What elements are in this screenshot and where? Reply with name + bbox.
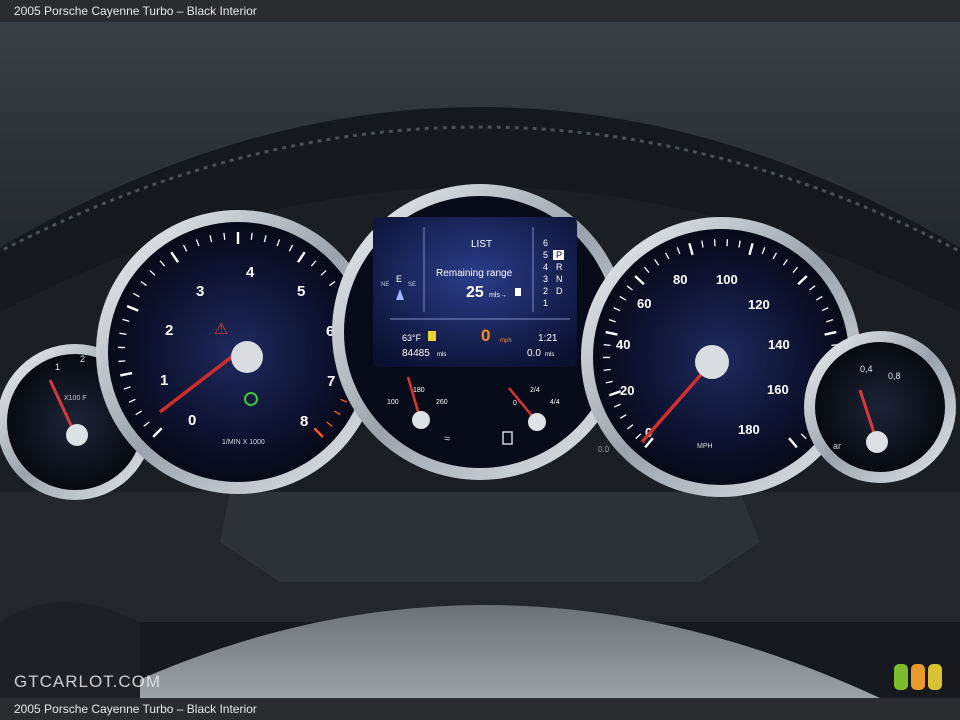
dashboard-photo: 1 2 X100 F 0 1 2 3 4 5 6 7 8 1/MIN X 100… [0, 22, 960, 698]
watermark-badge [894, 664, 942, 690]
oil-gauge-label-3: 260 [436, 399, 448, 406]
tach-number-1: 1 [160, 372, 168, 389]
seatbelt-warning-icon: ⚠ [214, 321, 228, 338]
right-gauge-label-2: 0,8 [888, 371, 901, 381]
range-unit: mls→ [489, 292, 507, 299]
gear-number: 3 [543, 274, 548, 284]
right-small-gauge: 0,4 0,8 ar [804, 331, 956, 483]
photo-frame: 2005 Porsche Cayenne Turbo – Black Inter… [0, 0, 960, 720]
watermark-logo: GTCARLOT.COM [14, 672, 162, 691]
gear-letter: D [556, 286, 563, 296]
speedometer: 0 20 40 60 80 100 120 140 160 180 MPH [581, 217, 861, 497]
tach-number-2: 2 [165, 322, 173, 339]
oil-gauge-label-2: 180 [413, 387, 425, 394]
speed-number-40: 40 [616, 337, 630, 352]
gear-number: 6 [543, 238, 548, 248]
oil-gauge-label-1: 100 [387, 399, 399, 406]
dial-tick [603, 368, 611, 371]
fuel-gauge-label-3: 4/4 [550, 399, 560, 406]
dial-tick [250, 232, 253, 240]
tach-number-7: 7 [327, 373, 335, 390]
caption-top: 2005 Porsche Cayenne Turbo – Black Inter… [0, 0, 960, 22]
gear-number: 1 [543, 298, 548, 308]
compass-ne: NE [381, 282, 389, 288]
odometer: 84485 [402, 348, 430, 359]
gear-number: 5 [543, 250, 548, 260]
odometer-unit: mls [437, 352, 446, 358]
dial-tick [118, 360, 126, 363]
tach-number-8: 8 [300, 413, 308, 430]
speed-number-80: 80 [673, 272, 687, 287]
tach-number-4: 4 [246, 264, 255, 281]
compass-e: E [396, 274, 402, 284]
range-label: Remaining range [436, 268, 513, 279]
tach-number-5: 5 [297, 283, 305, 300]
right-gauge-label-1: 0,4 [860, 364, 873, 374]
fuel-pump-small-icon [515, 288, 521, 296]
outside-temp: 63°F [402, 333, 422, 343]
digital-speed: 0 [481, 326, 490, 345]
tach-number-3: 3 [196, 283, 204, 300]
left-gauge-unit: X100 F [64, 395, 87, 402]
clock: 1:21 [538, 333, 558, 344]
speed-unit: MPH [697, 443, 713, 450]
speed-number-100: 100 [716, 272, 738, 287]
badge-yellow [928, 664, 942, 690]
gear-number: 4 [543, 262, 548, 272]
speed-number-140: 140 [768, 337, 790, 352]
fuel-gauge-label-1: 0 [513, 400, 517, 407]
caption-text-bottom: 2005 Porsche Cayenne Turbo – Black Inter… [14, 702, 257, 716]
misc-label: 0.0 [598, 445, 610, 454]
caption-bottom: 2005 Porsche Cayenne Turbo – Black Inter… [0, 698, 960, 720]
trip-distance: 0.0 [527, 348, 541, 359]
caption-text-top: 2005 Porsche Cayenne Turbo – Black Inter… [14, 4, 257, 18]
gear-letter: R [556, 262, 563, 272]
range-value: 25 [466, 284, 484, 301]
tach-unit: 1/MIN X 1000 [222, 439, 265, 446]
right-gauge-unit: ar [833, 441, 841, 451]
gear-letter: P [556, 250, 562, 260]
left-gauge-label-1: 1 [55, 362, 60, 372]
speed-number-180: 180 [738, 422, 760, 437]
speed-number-60: 60 [637, 296, 651, 311]
speed-number-120: 120 [748, 297, 770, 312]
compass-se: SE [408, 282, 416, 288]
gear-number: 2 [543, 286, 548, 296]
gear-letter: N [556, 274, 563, 284]
tach-number-0: 0 [188, 412, 196, 429]
coolant-icon: ≈ [444, 433, 450, 445]
display-menu-title: LIST [471, 239, 492, 250]
trip-unit: mls [545, 352, 554, 358]
dial-tick [603, 344, 611, 347]
badge-orange [911, 664, 925, 690]
speed-number-160: 160 [767, 382, 789, 397]
fuel-gauge-label-2: 2/4 [530, 387, 540, 394]
fuel-warning-icon [428, 331, 436, 341]
dial-tick [223, 232, 226, 240]
digital-speed-unit: mph [500, 338, 512, 344]
speed-number-20: 20 [620, 383, 634, 398]
badge-green [894, 664, 908, 690]
left-gauge-label-2: 2 [80, 354, 85, 364]
